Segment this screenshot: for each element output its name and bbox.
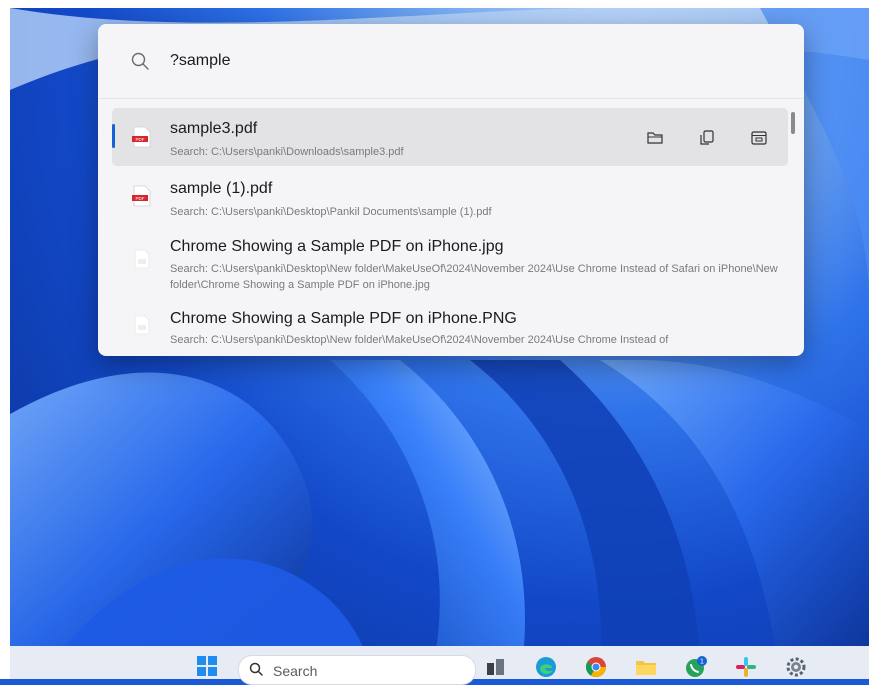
folder-icon[interactable] bbox=[634, 655, 658, 679]
result-item[interactable]: Chrome Showing a Sample PDF on iPhone.jp… bbox=[112, 226, 788, 294]
result-subtitle: Search: C:\Users\panki\Desktop\New folde… bbox=[170, 263, 778, 291]
open-console-icon[interactable] bbox=[750, 129, 768, 147]
result-title: sample (1).pdf bbox=[170, 180, 273, 197]
result-subtitle: Search: C:\Users\panki\Desktop\Pankil Do… bbox=[170, 206, 492, 218]
powertoys-run-window: PDF sample3.pdf Search: C:\Users\panki\D… bbox=[98, 24, 804, 356]
pdf-file-icon: PDF bbox=[132, 126, 151, 148]
copy-path-icon[interactable] bbox=[698, 129, 716, 147]
result-item[interactable]: Chrome Showing a Sample PDF on iPhone.PN… bbox=[112, 294, 788, 356]
search-bar bbox=[98, 24, 804, 99]
windows-start-icon[interactable] bbox=[196, 655, 218, 677]
settings-icon[interactable] bbox=[784, 655, 808, 679]
pdf-file-icon: PDF bbox=[132, 185, 151, 207]
search-icon bbox=[249, 662, 263, 676]
result-item[interactable]: PDF sample (1).pdf Search: C:\Users\pank… bbox=[112, 168, 788, 224]
svg-text:PDF: PDF bbox=[136, 137, 145, 142]
whatsapp-badge: 1 bbox=[700, 658, 704, 665]
result-title: Chrome Showing a Sample PDF on iPhone.PN… bbox=[170, 310, 517, 327]
slack-icon[interactable] bbox=[734, 655, 758, 679]
image-file-icon bbox=[134, 315, 150, 335]
edge-icon[interactable] bbox=[534, 655, 558, 679]
search-icon bbox=[131, 52, 149, 70]
results-scrollbar[interactable] bbox=[791, 112, 795, 134]
result-title: Chrome Showing a Sample PDF on iPhone.jp… bbox=[170, 238, 504, 255]
file-explorer-icon[interactable] bbox=[484, 655, 508, 679]
open-folder-icon[interactable] bbox=[646, 129, 664, 147]
image-file-icon bbox=[134, 249, 150, 269]
whatsapp-icon[interactable]: 1 bbox=[684, 655, 708, 679]
selection-indicator bbox=[112, 124, 115, 148]
result-subtitle: Search: C:\Users\panki\Downloads\sample3… bbox=[170, 146, 404, 158]
screen-left-edge bbox=[0, 0, 10, 679]
search-input[interactable] bbox=[168, 46, 772, 76]
chrome-icon[interactable] bbox=[584, 655, 608, 679]
result-item[interactable]: PDF sample3.pdf Search: C:\Users\panki\D… bbox=[112, 108, 788, 166]
result-title: sample3.pdf bbox=[170, 120, 258, 137]
svg-text:PDF: PDF bbox=[136, 196, 145, 201]
result-subtitle: Search: C:\Users\panki\Desktop\New folde… bbox=[170, 334, 669, 346]
taskbar: Search 1 bbox=[10, 646, 869, 685]
taskbar-search-box[interactable]: Search bbox=[238, 655, 476, 685]
screen-top-edge bbox=[0, 0, 869, 8]
results-list: PDF sample3.pdf Search: C:\Users\panki\D… bbox=[112, 108, 788, 356]
taskbar-search-label: Search bbox=[273, 663, 318, 679]
